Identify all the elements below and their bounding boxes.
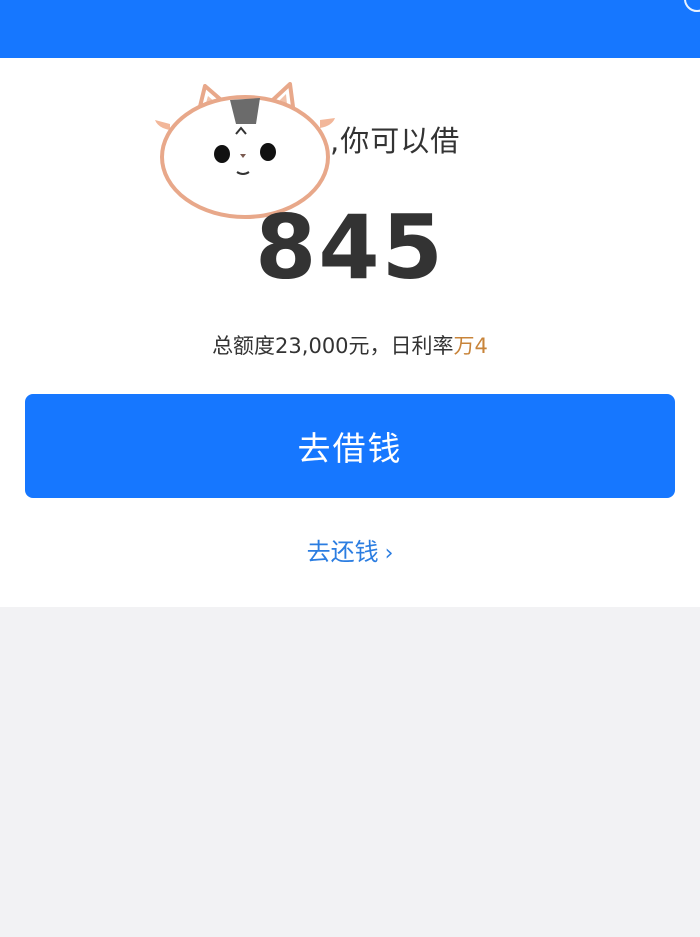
credit-total-text: 总额度23,000元，日利率	[212, 334, 454, 358]
top-bar	[0, 0, 700, 58]
credit-info: 总额度23,000元，日利率万4	[0, 330, 700, 360]
repay-link[interactable]: 去还钱 ›	[0, 532, 700, 567]
daily-rate: 万4	[453, 334, 488, 358]
greeting-text: ,你可以借	[330, 124, 461, 158]
repay-link-label: 去还钱	[306, 538, 379, 566]
chevron-right-icon: ›	[384, 541, 394, 566]
available-amount: 845	[255, 196, 445, 299]
borrow-button[interactable]: 去借钱	[25, 394, 675, 498]
borrow-button-label: 去借钱	[297, 429, 403, 468]
corner-circle-icon[interactable]	[684, 0, 700, 12]
